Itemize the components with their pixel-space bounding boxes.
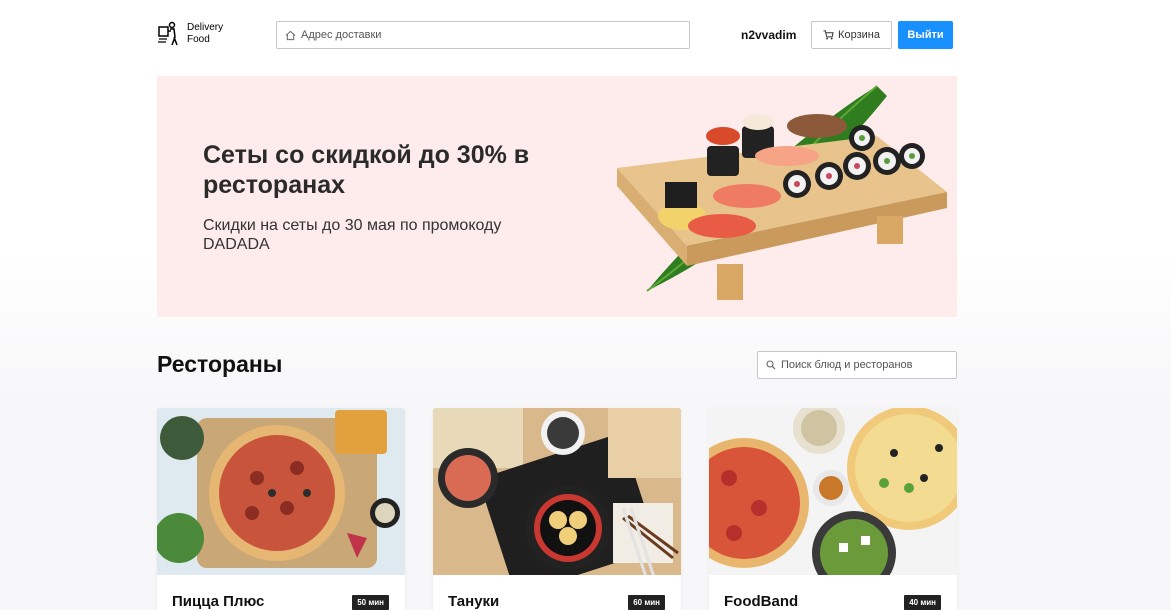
restaurant-card-foodband[interactable]: FoodBand 40 мин	[709, 408, 957, 610]
restaurant-name: FoodBand	[724, 593, 799, 610]
logo-text: Delivery Food	[187, 22, 223, 46]
restaurant-name: Пицца Плюс	[172, 593, 265, 610]
logo-line-2: Food	[187, 34, 210, 45]
japanese-food-image	[433, 408, 681, 575]
promo-title: Сеты со скидкой до 30% в ресторанах	[203, 141, 530, 199]
logo[interactable]: Delivery Food	[157, 21, 223, 47]
delivery-courier-icon	[158, 21, 178, 46]
sushi-set-image	[617, 85, 947, 300]
cart-label: Корзина	[838, 29, 880, 41]
delivery-time-badge: 40 мин	[904, 595, 941, 610]
search-field[interactable]	[757, 351, 957, 379]
promo-subtitle: Скидки на сеты до 30 мая по промокоду DA…	[203, 217, 502, 253]
address-input[interactable]	[301, 29, 681, 41]
delivery-time-badge: 50 мин	[352, 595, 389, 610]
search-icon	[766, 360, 776, 370]
address-field[interactable]	[276, 21, 690, 49]
restaurant-name: Тануки	[448, 593, 500, 610]
username: n2vvadim	[741, 28, 797, 42]
restaurant-card-tanuki[interactable]: Тануки 60 мин	[433, 408, 681, 610]
search-input[interactable]	[781, 359, 951, 371]
promo-banner[interactable]: Сеты со скидкой до 30% в ресторанах Скид…	[157, 76, 957, 317]
pizzas-image	[709, 408, 957, 575]
logout-button[interactable]: Выйти	[898, 21, 953, 49]
logo-line-1: Delivery	[187, 22, 224, 33]
restaurants-title: Рестораны	[157, 351, 283, 377]
delivery-time-badge: 60 мин	[628, 595, 665, 610]
cart-icon	[823, 30, 834, 40]
cart-button[interactable]: Корзина	[811, 21, 892, 49]
restaurant-card-pizza-plus[interactable]: Пицца Плюс 50 мин	[157, 408, 405, 610]
home-icon	[285, 30, 296, 40]
pizza-image	[157, 408, 405, 575]
